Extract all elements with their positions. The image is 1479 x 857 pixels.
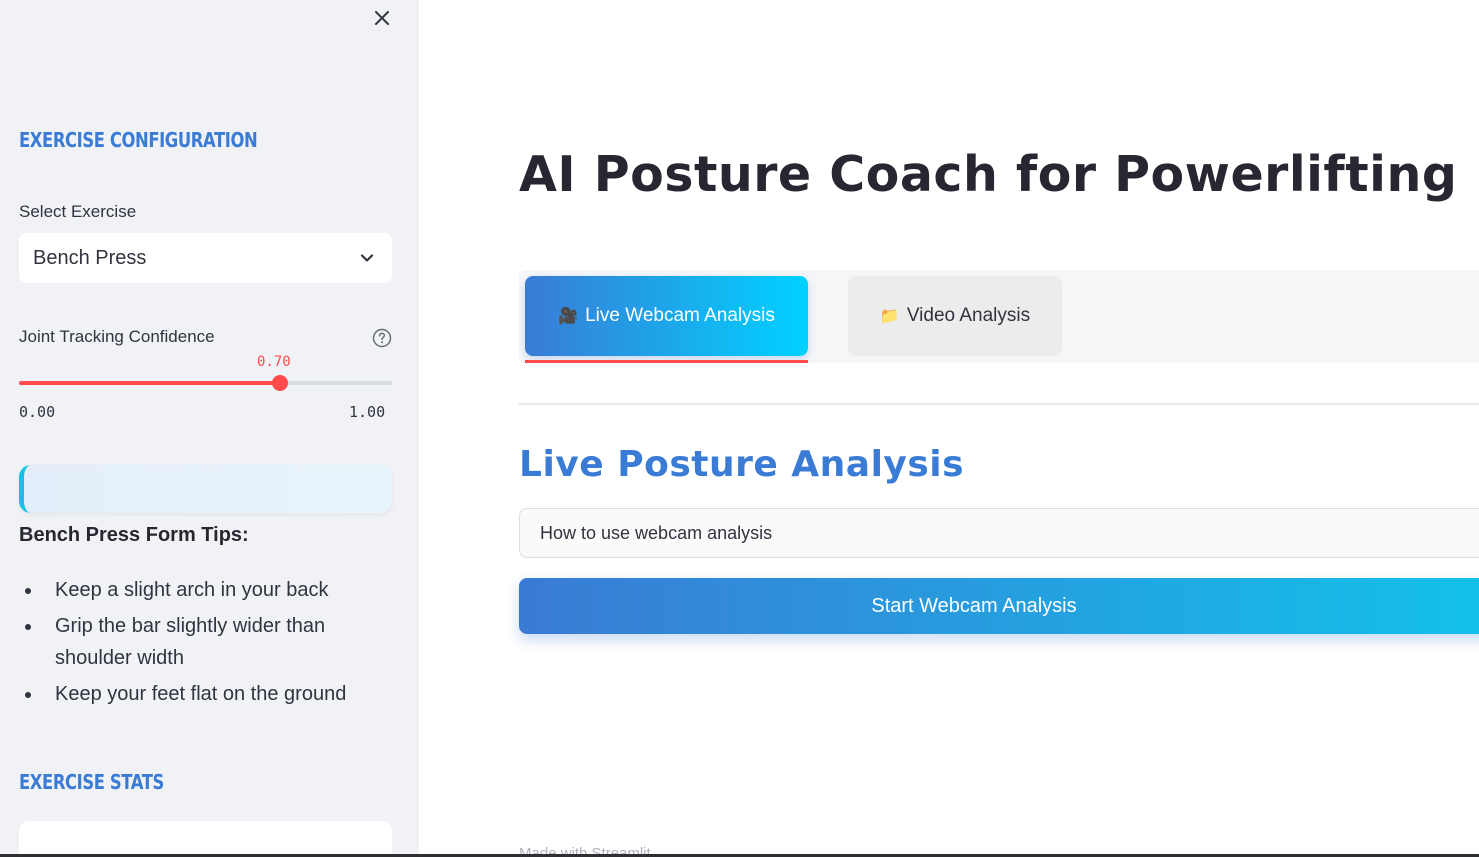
start-button-label: Start Webcam Analysis: [871, 594, 1077, 617]
page-title: AI Posture Coach for Powerlifting: [519, 146, 1458, 203]
start-webcam-button[interactable]: Start Webcam Analysis: [519, 578, 1479, 634]
tips-title: Bench Press Form Tips:: [19, 524, 249, 546]
slider-min-label: 0.00: [19, 403, 56, 421]
chevron-down-icon: [360, 254, 374, 262]
video-camera-icon: 🎥: [558, 308, 579, 325]
how-to-expander[interactable]: How to use webcam analysis: [519, 508, 1479, 558]
confidence-slider-label: Joint Tracking Confidence: [19, 327, 215, 346]
tip-item: Keep your feet flat on the ground: [19, 678, 399, 710]
close-icon: [375, 11, 389, 25]
section-title: Live Posture Analysis: [519, 444, 965, 485]
tip-item: Grip the bar slightly wider than shoulde…: [19, 610, 399, 674]
info-box: [19, 465, 392, 513]
slider-current-value: 0.70: [257, 354, 291, 370]
select-exercise-label: Select Exercise: [19, 202, 137, 221]
sidebar: Exercise Configuration Select Exercise B…: [0, 0, 419, 857]
exercise-stats-heading: Exercise Stats: [19, 770, 164, 794]
tab-label: Video Analysis: [906, 305, 1031, 326]
exercise-select-value: Bench Press: [33, 246, 147, 269]
exercise-select[interactable]: Bench Press: [19, 233, 392, 283]
close-sidebar-button[interactable]: [370, 6, 394, 30]
tab-video-analysis[interactable]: 📁 Video Analysis: [848, 276, 1062, 356]
slider-fill: [19, 381, 281, 385]
main-content: AI Posture Coach for Powerlifting 🎥 Live…: [419, 0, 1479, 857]
confidence-slider[interactable]: [19, 375, 392, 391]
slider-max-label: 1.00: [349, 403, 386, 421]
tab-live-webcam[interactable]: 🎥 Live Webcam Analysis: [525, 276, 808, 356]
active-tab-indicator: [525, 360, 808, 363]
tips-list: Keep a slight arch in your back Grip the…: [19, 574, 399, 714]
exercise-config-heading: Exercise Configuration: [19, 128, 258, 152]
tabs-bar: 🎥 Live Webcam Analysis 📁 Video Analysis: [519, 270, 1479, 363]
help-icon[interactable]: [371, 327, 393, 349]
slider-thumb[interactable]: [272, 375, 289, 391]
expander-label: How to use webcam analysis: [540, 522, 773, 543]
divider: [519, 403, 1479, 405]
tab-label: Live Webcam Analysis: [585, 305, 775, 326]
folder-icon: 📁: [879, 308, 900, 325]
stats-card: [19, 821, 392, 857]
tip-item: Keep a slight arch in your back: [19, 574, 399, 606]
